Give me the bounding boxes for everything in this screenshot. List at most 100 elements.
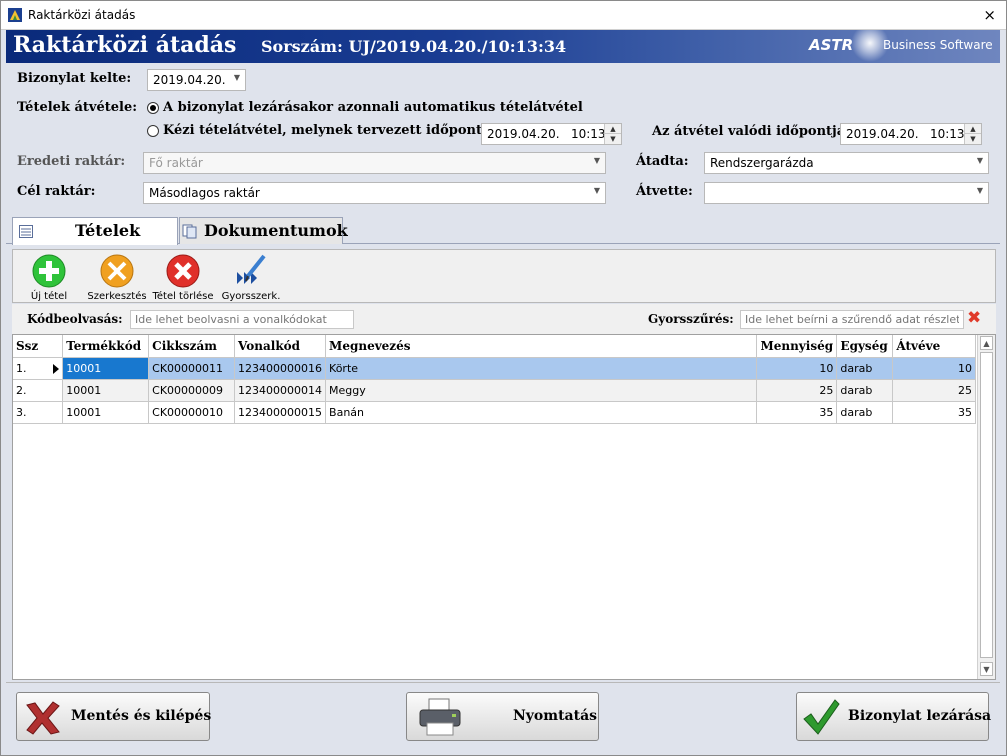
cell-mennyiseg[interactable]: 25 <box>756 379 838 402</box>
window-title: Raktárközi átadás <box>28 8 136 22</box>
cell-ssz: 2. <box>13 379 64 402</box>
col-header-termekkod[interactable]: Termékkód <box>62 335 150 358</box>
tab-documents-label: Dokumentumok <box>204 221 348 240</box>
chevron-down-icon: ▼ <box>593 156 600 165</box>
doc-date-picker[interactable]: 2019.04.20. ▼ <box>147 69 246 91</box>
source-warehouse-select: Fő raktár ▼ <box>143 152 606 174</box>
col-header-megnevezes[interactable]: Megnevezés <box>325 335 758 358</box>
handed-over-label: Átadta: <box>636 154 689 169</box>
handed-over-value: Rendszergarázda <box>710 156 814 170</box>
received-select[interactable]: ▼ <box>704 182 989 204</box>
actual-datetime-field[interactable]: 2019.04.20. 10:13 ▲ ▼ <box>840 123 982 145</box>
source-warehouse-value: Fő raktár <box>149 156 203 170</box>
cell-atveve[interactable]: 35 <box>892 401 976 424</box>
cell-atveve[interactable]: 25 <box>892 379 976 402</box>
cell-egyseg[interactable]: darab <box>836 401 894 424</box>
cell-megnevezes[interactable]: Banán <box>325 401 758 424</box>
col-header-cikkszam[interactable]: Cikkszám <box>148 335 236 358</box>
col-header-mennyiseg[interactable]: Mennyiség <box>756 335 838 358</box>
header-banner: Raktárközi átadás Sorszám: UJ/2019.04.20… <box>6 30 1000 63</box>
quick-filter-input[interactable] <box>740 310 964 329</box>
cell-egyseg[interactable]: darab <box>836 379 894 402</box>
col-header-vonalkod[interactable]: Vonalkód <box>234 335 327 358</box>
quick-edit-button[interactable]: Gyorsszerk. <box>217 252 285 302</box>
scroll-down-icon[interactable]: ▼ <box>980 662 993 676</box>
scan-filter-bar: Kódbeolvasás: Gyorsszűrés: ✖ <box>12 304 996 334</box>
cell-egyseg[interactable]: darab <box>836 357 894 380</box>
checkmark-icon <box>803 699 840 735</box>
cell-termekkod[interactable]: 10001 <box>62 357 150 380</box>
col-header-egyseg[interactable]: Egység <box>836 335 894 358</box>
items-toolbar: Új tétel Szerkesztés Tétel törlése Gyors… <box>12 249 996 303</box>
cell-vonalkod[interactable]: 123400000014 <box>234 379 327 402</box>
cell-cikkszam[interactable]: CK00000011 <box>148 357 236 380</box>
scroll-up-icon[interactable]: ▲ <box>980 336 993 350</box>
close-icon[interactable]: × <box>983 6 996 24</box>
serial-number: Sorszám: UJ/2019.04.20./10:13:34 <box>261 37 567 56</box>
source-warehouse-label: Eredeti raktár: <box>17 154 126 169</box>
col-header-atveve[interactable]: Átvéve <box>892 335 976 358</box>
radio-manual-receipt[interactable] <box>147 125 159 137</box>
actual-datetime-spinner[interactable]: ▲ ▼ <box>964 124 981 144</box>
table-row[interactable]: 3. 10001 CK00000010 123400000015 Banán 3… <box>13 401 976 424</box>
tools-icon <box>100 254 134 288</box>
save-exit-button[interactable]: Mentés és kilépés <box>16 692 212 741</box>
printer-icon <box>419 698 461 736</box>
planned-datetime-spinner[interactable]: ▲ ▼ <box>604 124 621 144</box>
scrollbar-thumb[interactable] <box>980 352 993 658</box>
doc-date-value: 2019.04.20. <box>153 73 226 87</box>
cell-megnevezes[interactable]: Körte <box>325 357 758 380</box>
receipt-label: Tételek átvétele: <box>17 100 138 115</box>
add-icon <box>32 254 66 288</box>
handed-over-select[interactable]: Rendszergarázda ▼ <box>704 152 989 174</box>
tab-items[interactable]: Tételek <box>12 217 178 245</box>
cell-cikkszam[interactable]: CK00000010 <box>148 401 236 424</box>
actual-datetime-value: 2019.04.20. 10:13 <box>846 127 965 141</box>
quick-filter-label: Gyorsszűrés: <box>648 312 734 326</box>
cell-atveve[interactable]: 10 <box>892 357 976 380</box>
brand-suffix: Business Software <box>883 38 993 52</box>
cell-termekkod[interactable]: 10001 <box>62 401 150 424</box>
spin-down-icon[interactable]: ▼ <box>965 134 981 144</box>
vertical-scrollbar[interactable]: ▲ ▼ <box>977 335 995 679</box>
clear-filter-icon[interactable]: ✖ <box>967 308 981 328</box>
close-document-button[interactable]: Bizonylat lezárása <box>796 692 992 741</box>
target-warehouse-select[interactable]: Másodlagos raktár ▼ <box>143 182 606 204</box>
table-header-row: Ssz Termékkód Cikkszám Vonalkód Megnevez… <box>13 335 976 358</box>
radio-auto-receipt[interactable] <box>147 102 159 114</box>
doc-date-label: Bizonylat kelte: <box>17 71 132 86</box>
tab-documents[interactable]: Dokumentumok <box>179 217 348 244</box>
chevron-down-icon: ▼ <box>233 73 240 82</box>
new-item-button[interactable]: Új tétel <box>17 252 81 302</box>
cell-mennyiseg[interactable]: 35 <box>756 401 838 424</box>
radio-auto-label: A bizonylat lezárásakor azonnali automat… <box>163 100 583 115</box>
cell-megnevezes[interactable]: Meggy <box>325 379 758 402</box>
barcode-scan-input[interactable] <box>130 310 354 329</box>
chevron-down-icon: ▼ <box>593 186 600 195</box>
table-row[interactable]: 1. 10001 CK00000011 123400000016 Körte 1… <box>13 357 976 380</box>
items-grid: Ssz Termékkód Cikkszám Vonalkód Megnevez… <box>12 334 996 680</box>
cell-ssz: 1. <box>13 357 64 380</box>
spin-up-icon[interactable]: ▲ <box>605 124 621 134</box>
spin-down-icon[interactable]: ▼ <box>605 134 621 144</box>
received-label: Átvette: <box>636 184 693 199</box>
footer-bar: Mentés és kilépés Nyomtatás Bizonylat le… <box>6 682 1000 751</box>
close-document-label: Bizonylat lezárása <box>848 708 992 724</box>
planned-datetime-field[interactable]: 2019.04.20. 10:13 ▲ ▼ <box>481 123 622 145</box>
cell-termekkod[interactable]: 10001 <box>62 379 150 402</box>
tab-items-label: Tételek <box>75 221 141 240</box>
radio-manual-label: Kézi tételátvétel, melynek tervezett idő… <box>163 123 500 138</box>
print-button[interactable]: Nyomtatás <box>406 692 599 741</box>
cell-vonalkod[interactable]: 123400000016 <box>234 357 327 380</box>
spin-up-icon[interactable]: ▲ <box>965 124 981 134</box>
table-row[interactable]: 2. 10001 CK00000009 123400000014 Meggy 2… <box>13 379 976 402</box>
target-warehouse-value: Másodlagos raktár <box>149 186 260 200</box>
save-exit-label: Mentés és kilépés <box>71 708 212 724</box>
row-pointer-icon <box>53 363 60 374</box>
brand-name: ASTR <box>809 36 854 54</box>
page-title: Raktárközi átadás <box>13 32 237 58</box>
cell-mennyiseg[interactable]: 10 <box>756 357 838 380</box>
col-header-ssz[interactable]: Ssz <box>13 335 64 358</box>
cell-vonalkod[interactable]: 123400000015 <box>234 401 327 424</box>
cell-cikkszam[interactable]: CK00000009 <box>148 379 236 402</box>
